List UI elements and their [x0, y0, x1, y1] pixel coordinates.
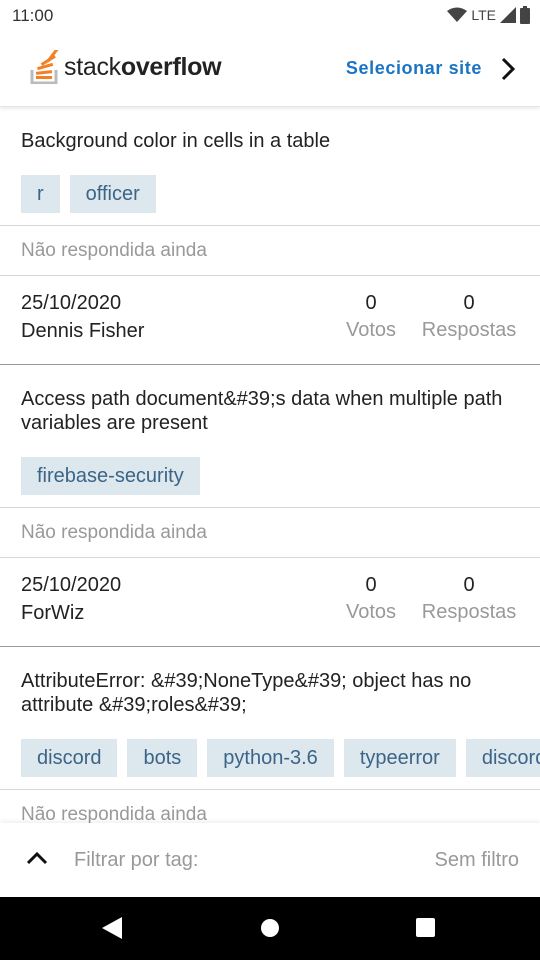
stack-logo-icon: [30, 50, 59, 84]
question-list[interactable]: Background color in cells in a table r o…: [0, 107, 540, 823]
tag[interactable]: firebase-security: [21, 457, 200, 495]
tag-list: firebase-security: [0, 435, 540, 507]
signal-icon: [500, 7, 516, 23]
votes-label: Votos: [345, 601, 397, 623]
question-date: 25/10/2020: [21, 292, 122, 314]
answers-count: 0: [463, 292, 475, 314]
question-card[interactable]: Access path document&#39;s data when mul…: [0, 365, 540, 647]
tag-list: discord bots python-3.6 typeerror discor…: [0, 717, 540, 789]
status-bar: 11:00 LTE: [0, 0, 540, 32]
question-title[interactable]: Access path document&#39;s data when mul…: [0, 365, 540, 435]
tag[interactable]: bots: [127, 739, 198, 777]
tag[interactable]: typeerror: [343, 739, 456, 777]
answers-label: Respostas: [421, 319, 517, 341]
network-type: LTE: [471, 7, 496, 23]
tag[interactable]: r: [21, 175, 60, 213]
question-meta: 25/10/2020 Dennis Fisher 0 Votos 0 Respo…: [0, 276, 540, 365]
votes-count: 0: [365, 292, 377, 314]
question-title[interactable]: AttributeError: &#39;NoneType&#39; objec…: [0, 647, 540, 717]
votes-label: Votos: [345, 319, 397, 341]
votes-stat: 0 Votos: [337, 292, 405, 342]
answers-stat: 0 Respostas: [416, 574, 522, 624]
answers-label: Respostas: [421, 601, 517, 623]
logo-text: stackoverflow: [64, 52, 222, 81]
answers-stat: 0 Respostas: [416, 292, 522, 342]
home-icon[interactable]: [261, 919, 279, 937]
select-site-button[interactable]: Selecionar site: [346, 58, 482, 79]
status-icons: LTE: [447, 6, 530, 24]
status-time: 11:00: [12, 6, 54, 25]
filter-label: Filtrar por tag:: [74, 849, 199, 871]
answers-count: 0: [463, 574, 475, 596]
question-date: 25/10/2020: [21, 574, 122, 596]
question-meta: 25/10/2020 ForWiz 0 Votos 0 Respostas: [0, 558, 540, 647]
tag[interactable]: discord: [465, 739, 540, 777]
chevron-up-icon[interactable]: [26, 851, 48, 865]
question-title[interactable]: Background color in cells in a table: [0, 107, 540, 153]
tag[interactable]: python-3.6: [207, 739, 334, 777]
votes-count: 0: [365, 574, 377, 596]
recent-apps-icon[interactable]: [416, 918, 435, 937]
battery-icon: [520, 6, 530, 24]
question-author[interactable]: Dennis Fisher: [21, 320, 144, 343]
answer-status: Não respondida ainda: [0, 225, 540, 276]
answer-status: Não respondida ainda: [0, 507, 540, 558]
tag[interactable]: discord: [21, 739, 118, 777]
wifi-icon: [447, 7, 468, 22]
question-author[interactable]: ForWiz: [21, 602, 84, 625]
answer-status: Não respondida ainda: [0, 789, 540, 823]
votes-stat: 0 Votos: [337, 574, 405, 624]
question-card[interactable]: Background color in cells in a table r o…: [0, 107, 540, 365]
chevron-right-icon[interactable]: [500, 56, 516, 82]
tag-filter-bar[interactable]: Filtrar por tag: Sem filtro: [0, 823, 540, 897]
system-nav-bar: [0, 897, 540, 960]
tag-list: r officer: [0, 153, 540, 225]
question-card[interactable]: AttributeError: &#39;NoneType&#39; objec…: [0, 647, 540, 823]
tag[interactable]: officer: [69, 175, 156, 213]
stackoverflow-logo[interactable]: stackoverflow: [30, 50, 222, 84]
back-icon[interactable]: [102, 917, 122, 939]
filter-value[interactable]: Sem filtro: [435, 849, 519, 872]
app-header: stackoverflow Selecionar site: [0, 32, 540, 107]
